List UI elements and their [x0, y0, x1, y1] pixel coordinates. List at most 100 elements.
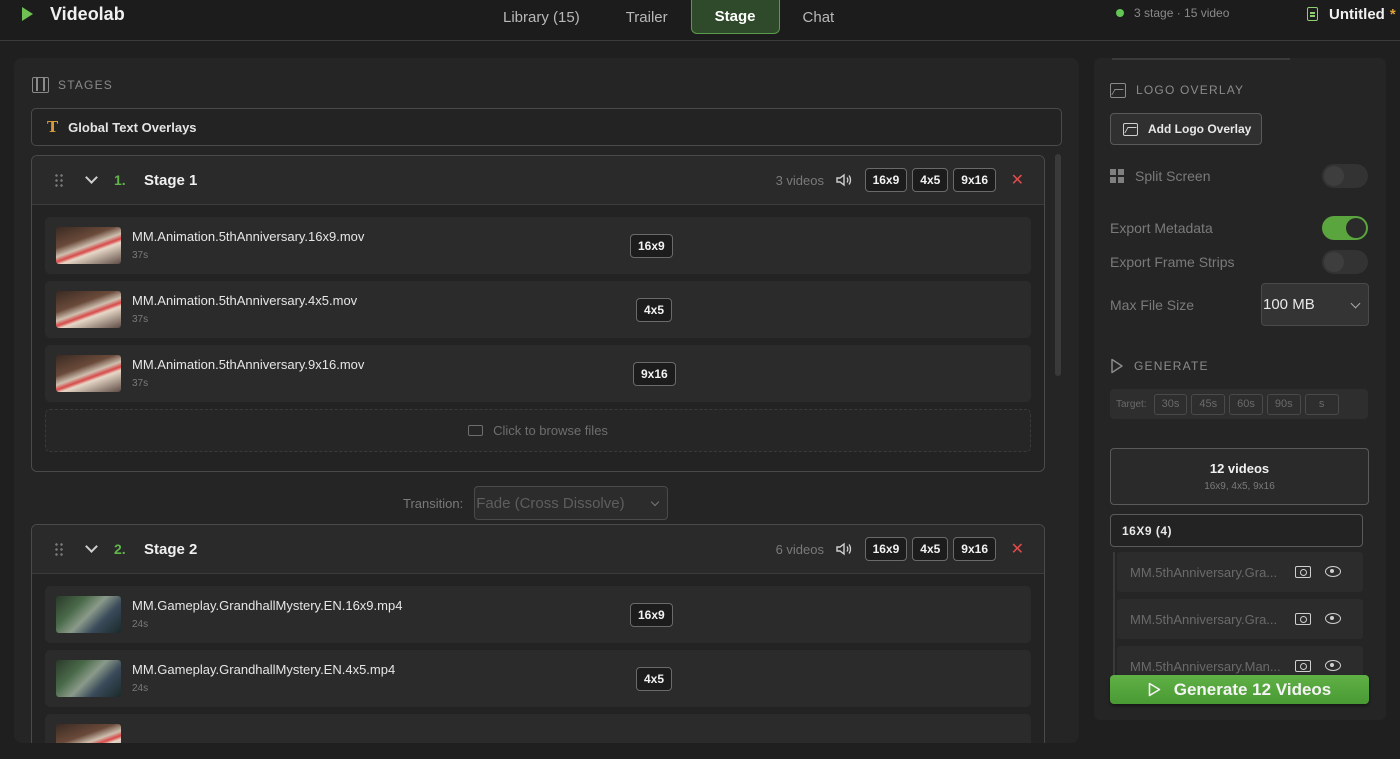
target-chip[interactable]: 45s — [1191, 393, 1226, 415]
stages-scrollbar[interactable] — [1055, 154, 1061, 376]
output-item[interactable]: MM.5thAnniversary.Gra... — [1117, 552, 1363, 592]
tab-stage[interactable]: Stage — [690, 0, 780, 34]
global-text-overlays-button[interactable]: T Global Text Overlays — [31, 108, 1062, 146]
stages-panel: STAGES T Global Text Overlays 1. Stage 1… — [14, 58, 1079, 743]
drag-handle-icon[interactable] — [54, 173, 64, 187]
add-logo-overlay-button[interactable]: Add Logo Overlay — [1110, 113, 1262, 145]
export-metadata-label: Export Metadata — [1110, 220, 1213, 236]
remove-stage-icon[interactable]: ✕ — [1011, 170, 1024, 190]
transition-select[interactable]: Fade (Cross Dissolve) — [474, 486, 669, 520]
target-duration-bar: Target: 30s 45s 60s 90s s — [1110, 389, 1368, 419]
stage-title[interactable]: Stage 2 — [144, 541, 197, 558]
document-icon — [1307, 7, 1318, 21]
drag-handle-icon[interactable] — [54, 542, 64, 556]
stage-header: 1. Stage 1 3 videos 16x9 4x5 9x16 ✕ — [32, 156, 1044, 205]
transition-value: Fade (Cross Dissolve) — [476, 494, 625, 512]
video-duration: 37s — [132, 250, 149, 261]
split-screen-toggle[interactable] — [1322, 164, 1368, 188]
tab-chat[interactable]: Chat — [780, 0, 858, 34]
grid-icon — [1110, 169, 1124, 183]
video-thumbnail — [56, 355, 121, 392]
stage-number: 2. — [114, 541, 126, 557]
camera-icon[interactable] — [1295, 566, 1311, 578]
project-status: 3 stage · 15 video — [1116, 5, 1229, 21]
chevron-down-icon[interactable] — [85, 171, 98, 184]
eye-icon[interactable] — [1325, 660, 1341, 671]
video-row[interactable]: MM.Gameplay.GrandhallMystery.EN.4x5.mp4 … — [45, 650, 1031, 707]
stage-card-2: 2. Stage 2 6 videos 16x9 4x5 9x16 ✕ MM.G… — [31, 524, 1045, 743]
video-row[interactable]: MM.Gameplay.GrandhallMystery.EN.16x9.mp4… — [45, 586, 1031, 643]
ratio-chip-9x16[interactable]: 9x16 — [953, 168, 996, 192]
generate-videos-label: Generate 12 Videos — [1173, 679, 1332, 699]
divider — [1112, 58, 1290, 60]
video-duration: 37s — [132, 378, 149, 389]
stage-header: 2. Stage 2 6 videos 16x9 4x5 9x16 ✕ — [32, 525, 1044, 574]
target-chip[interactable]: 60s — [1229, 393, 1263, 415]
tab-library[interactable]: Library (15) — [480, 0, 603, 34]
chevron-down-icon[interactable] — [85, 540, 98, 553]
ratio-chip-4x5[interactable]: 4x5 — [912, 537, 949, 561]
toggle-knob — [1346, 218, 1366, 238]
video-duration: 24s — [132, 683, 149, 694]
toggle-knob — [1324, 252, 1344, 272]
video-row[interactable] — [45, 714, 1031, 743]
ratio-chip-9x16[interactable]: 9x16 — [953, 537, 996, 561]
stage-ratio-filters: 16x9 4x5 9x16 — [864, 537, 996, 561]
transition-label: Transition: — [403, 495, 464, 511]
browse-files-dropzone[interactable]: Click to browse files — [45, 409, 1031, 452]
max-file-size-select[interactable]: 100 MB — [1261, 283, 1369, 326]
output-group-header[interactable]: 16X9 (4) — [1110, 514, 1363, 547]
ratio-chip-16x9[interactable]: 16x9 — [864, 537, 908, 561]
video-ratio-badge: 4x5 — [636, 298, 673, 322]
tab-trailer[interactable]: Trailer — [603, 0, 691, 34]
stage-number: 1. — [114, 172, 126, 188]
remove-stage-icon[interactable]: ✕ — [1011, 539, 1024, 559]
video-name: MM.Animation.5thAnniversary.16x9.mov — [132, 229, 365, 244]
camera-icon[interactable] — [1295, 660, 1311, 672]
toggle-knob — [1324, 166, 1344, 186]
export-metadata-toggle[interactable] — [1322, 216, 1368, 240]
target-custom-input[interactable]: s — [1304, 393, 1339, 415]
video-name: MM.Gameplay.GrandhallMystery.EN.4x5.mp4 — [132, 662, 396, 677]
video-row[interactable]: MM.Animation.5thAnniversary.9x16.mov 37s… — [45, 345, 1031, 402]
camera-icon[interactable] — [1295, 613, 1311, 625]
main-tabs: Library (15) Trailer Stage Chat — [480, 0, 857, 34]
output-item[interactable]: MM.5thAnniversary.Gra... — [1117, 599, 1363, 639]
film-icon — [32, 77, 49, 93]
chevron-down-icon — [650, 497, 660, 507]
brand[interactable]: Videolab — [22, 4, 125, 24]
stages-heading: STAGES — [32, 76, 113, 94]
stages-heading-label: STAGES — [58, 78, 113, 92]
document-title: Untitled — [1329, 5, 1385, 23]
video-row[interactable]: MM.Animation.5thAnniversary.16x9.mov 37s… — [45, 217, 1031, 274]
video-thumbnail — [56, 660, 121, 697]
volume-icon[interactable] — [836, 542, 852, 556]
video-row[interactable]: MM.Animation.5thAnniversary.4x5.mov 37s … — [45, 281, 1031, 338]
video-ratio-badge: 16x9 — [630, 234, 673, 258]
eye-icon[interactable] — [1325, 613, 1341, 624]
app-name: Videolab — [50, 3, 125, 24]
top-bar: Videolab Library (15) Trailer Stage Chat… — [0, 0, 1400, 41]
export-frame-strips-toggle[interactable] — [1322, 250, 1368, 274]
video-thumbnail — [56, 596, 121, 633]
output-name: MM.5thAnniversary.Man... — [1130, 658, 1281, 674]
ratio-chip-4x5[interactable]: 4x5 — [912, 168, 949, 192]
video-thumbnail — [56, 724, 121, 743]
output-name: MM.5thAnniversary.Gra... — [1130, 564, 1278, 580]
target-chip[interactable]: 90s — [1266, 393, 1301, 415]
volume-icon[interactable] — [836, 173, 852, 187]
text-icon: T — [47, 118, 59, 136]
summary-formats: 16x9, 4x5, 9x16 — [1204, 481, 1275, 492]
ratio-chip-16x9[interactable]: 16x9 — [864, 168, 908, 192]
document-name[interactable]: Untitled * — [1307, 4, 1396, 24]
status-text: 3 stage · 15 video — [1134, 6, 1230, 20]
generate-videos-button[interactable]: Generate 12 Videos — [1110, 675, 1369, 704]
output-name: MM.5thAnniversary.Gra... — [1130, 611, 1278, 627]
export-frame-strips-label: Export Frame Strips — [1110, 254, 1235, 270]
stage-title[interactable]: Stage 1 — [144, 172, 197, 189]
eye-icon[interactable] — [1325, 566, 1341, 577]
video-ratio-badge: 16x9 — [630, 603, 673, 627]
max-file-size-label: Max File Size — [1110, 297, 1195, 313]
target-label: Target: — [1116, 398, 1147, 410]
target-chip[interactable]: 30s — [1153, 393, 1188, 415]
